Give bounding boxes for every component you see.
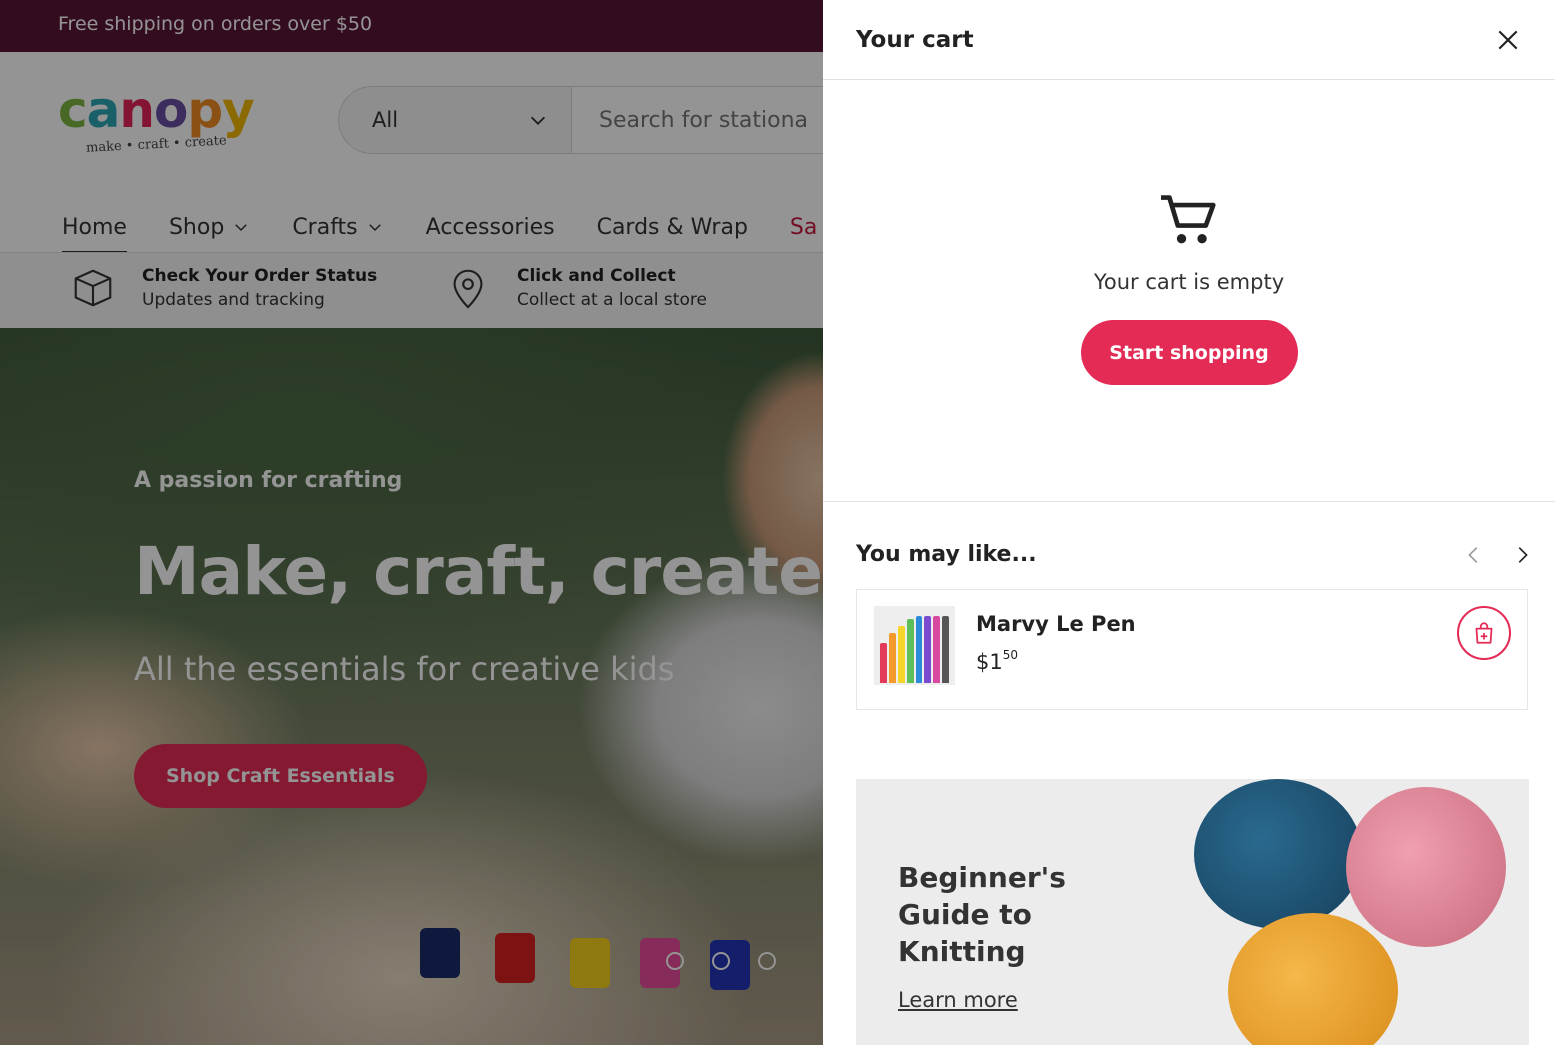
chevron-right-icon[interactable] (1511, 544, 1533, 566)
carousel-arrows (1463, 544, 1533, 566)
cart-icon (1161, 195, 1216, 244)
yarn-ball-blue-image (1194, 779, 1362, 929)
empty-cart-message: Your cart is empty (1093, 270, 1285, 294)
cart-drawer: Your cart Your cart is empty Start shopp… (823, 0, 1555, 1045)
close-icon (1498, 30, 1518, 49)
product-name[interactable]: Marvy Le Pen (976, 612, 1136, 636)
yarn-ball-pink-image (1346, 787, 1506, 947)
yarn-ball-orange-image (1228, 913, 1398, 1045)
add-to-cart-button[interactable] (1457, 606, 1511, 660)
knitting-guide-promo[interactable]: Beginner's Guide to Knitting Learn more (856, 779, 1529, 1045)
learn-more-link[interactable]: Learn more (898, 988, 1018, 1012)
product-price: $150 (976, 648, 1019, 674)
close-button[interactable] (1491, 23, 1525, 57)
product-card[interactable]: Marvy Le Pen $150 (856, 589, 1528, 710)
cart-drawer-header: Your cart (823, 0, 1555, 80)
shopping-bag-add-icon (1475, 622, 1493, 644)
empty-cart-panel: Your cart is empty Start shopping (823, 80, 1555, 502)
promo-title: Beginner's Guide to Knitting (898, 861, 1066, 968)
chevron-left-icon[interactable] (1463, 544, 1485, 566)
product-image (874, 606, 955, 685)
recommendations-title: You may like... (856, 542, 1037, 567)
cart-title: Your cart (856, 26, 974, 53)
start-shopping-button[interactable]: Start shopping (1080, 320, 1298, 385)
recommendations-header: You may like... (823, 502, 1555, 567)
